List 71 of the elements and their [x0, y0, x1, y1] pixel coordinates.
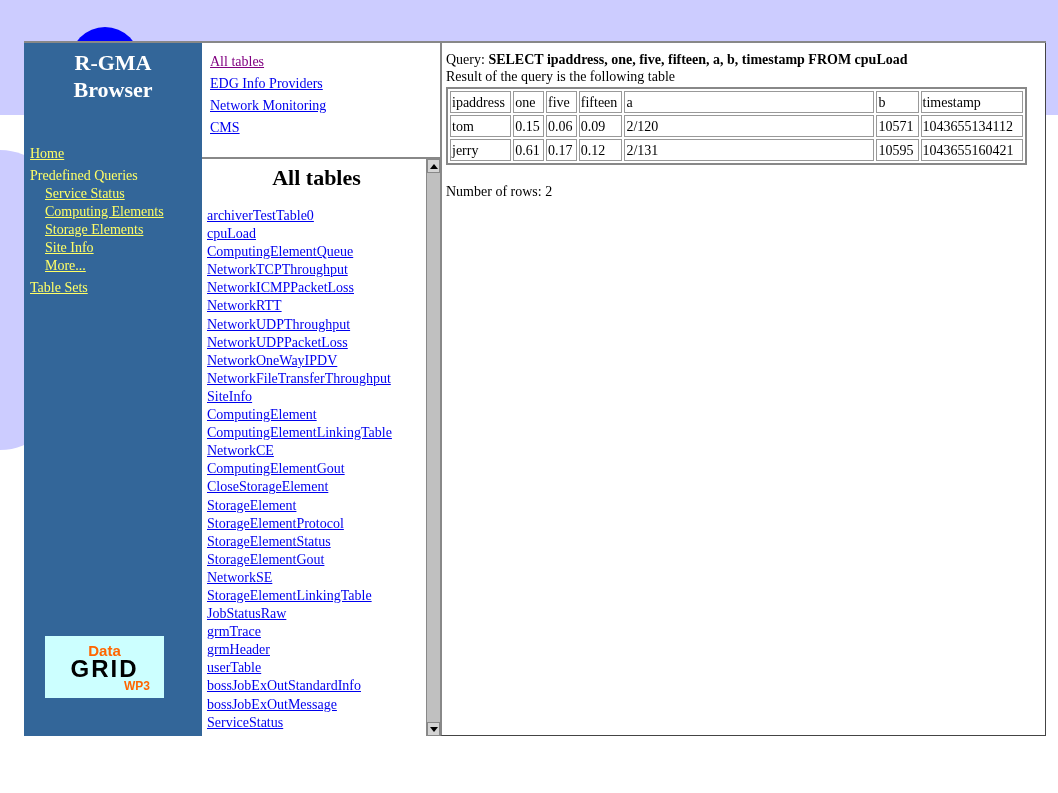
table-cell: 1043655134112: [920, 115, 1023, 137]
table-cell: 0.17: [546, 139, 577, 161]
nav-link[interactable]: Table Sets: [30, 279, 88, 297]
datagrid-logo: Data GRID WP3: [45, 636, 164, 698]
nav-link[interactable]: Site Info: [45, 239, 94, 257]
table-cell: 0.15: [513, 115, 545, 137]
table-link[interactable]: NetworkFileTransferThroughput: [207, 369, 391, 388]
table-link[interactable]: NetworkUDPThroughput: [207, 315, 351, 334]
table-set-link[interactable]: CMS: [210, 117, 240, 139]
table-link[interactable]: ComputingElementGout: [207, 460, 345, 479]
table-link[interactable]: NetworkICMPPacketLoss: [207, 279, 354, 298]
table-cell: tom: [450, 115, 512, 137]
table-link[interactable]: userTable: [207, 659, 262, 678]
table-link[interactable]: NetworkRTT: [207, 297, 282, 316]
table-link[interactable]: SiteInfo: [207, 387, 253, 407]
table-link[interactable]: bossJobExOutStandardInfo: [207, 677, 361, 696]
column-header: b: [876, 91, 919, 113]
column-header: timestamp: [920, 91, 1023, 113]
column-header: five: [546, 91, 577, 113]
table-link[interactable]: ComputingElementQueue: [207, 243, 354, 262]
table-link[interactable]: StorageElementLinkingTable: [207, 586, 372, 606]
table-cell: 10571: [876, 115, 919, 137]
table-link[interactable]: CloseStorageElement: [207, 478, 329, 497]
column-header: one: [513, 91, 545, 113]
nav-heading: Predefined Queries: [30, 167, 138, 185]
scroll-down-icon[interactable]: [427, 722, 440, 736]
table-link[interactable]: archiverTestTable0: [207, 207, 314, 226]
table-link[interactable]: StorageElementGout: [207, 550, 325, 569]
table-cell: 0.06: [546, 115, 577, 137]
table-cell: 2/120: [624, 115, 875, 137]
table-cell: 0.61: [513, 139, 545, 161]
table-link[interactable]: bossJobExOutMessage: [207, 695, 337, 714]
nav-link[interactable]: Computing Elements: [45, 203, 164, 221]
scroll-up-icon[interactable]: [427, 159, 440, 173]
table-cell: 0.12: [578, 139, 623, 161]
table-link[interactable]: grmTrace: [207, 623, 261, 642]
result-caption: Result of the query is the following table: [446, 68, 676, 85]
table-set-link[interactable]: Network Monitoring: [210, 95, 327, 117]
table-link[interactable]: NetworkOneWayIPDV: [207, 351, 338, 370]
nav-link[interactable]: More...: [45, 257, 86, 275]
table-set-link[interactable]: EDG Info Providers: [210, 73, 323, 95]
app-title: R-GMA Browser: [72, 49, 154, 103]
table-cell: jerry: [450, 139, 512, 161]
column-header: ipaddress: [450, 91, 512, 113]
table-cell: 2/131: [624, 139, 875, 161]
nav-link[interactable]: Service Status: [45, 185, 125, 203]
table-link[interactable]: ComputingElementLinkingTable: [207, 424, 392, 443]
table-link[interactable]: ComputingElement: [207, 406, 317, 425]
table-link[interactable]: NetworkUDPPacketLoss: [207, 333, 348, 352]
nav-link[interactable]: Home: [30, 145, 65, 163]
query-text: Query: SELECT ipaddress, one, five, fifteen, a, b, timestamp FROM cpuLoad: [446, 51, 909, 68]
table-set-link[interactable]: All tables: [210, 51, 265, 73]
table-link[interactable]: StorageElementStatus: [207, 532, 331, 551]
scrollbar[interactable]: [426, 159, 440, 736]
table-link[interactable]: NetworkSE: [207, 568, 273, 587]
table-link[interactable]: StorageElementProtocol: [207, 514, 344, 533]
table-link[interactable]: StorageElement: [207, 496, 297, 515]
table-link[interactable]: JobStatusRaw: [207, 605, 287, 624]
table-link[interactable]: NetworkTCPThroughput: [207, 261, 348, 280]
column-header: a: [624, 91, 875, 113]
table-cell: 0.09: [578, 115, 623, 137]
panel-heading: All tables: [271, 165, 362, 191]
table-link[interactable]: grmHeader: [207, 641, 270, 660]
table-link[interactable]: NetworkCE: [207, 442, 274, 461]
table-link[interactable]: ServiceStatus: [207, 713, 284, 732]
column-header: fifteen: [578, 91, 623, 113]
table-cell: 1043655160421: [920, 139, 1023, 161]
nav-link[interactable]: Storage Elements: [45, 221, 144, 239]
row-count: Number of rows: 2: [446, 183, 554, 200]
table-cell: 10595: [876, 139, 919, 161]
table-link[interactable]: cpuLoad: [207, 225, 256, 244]
